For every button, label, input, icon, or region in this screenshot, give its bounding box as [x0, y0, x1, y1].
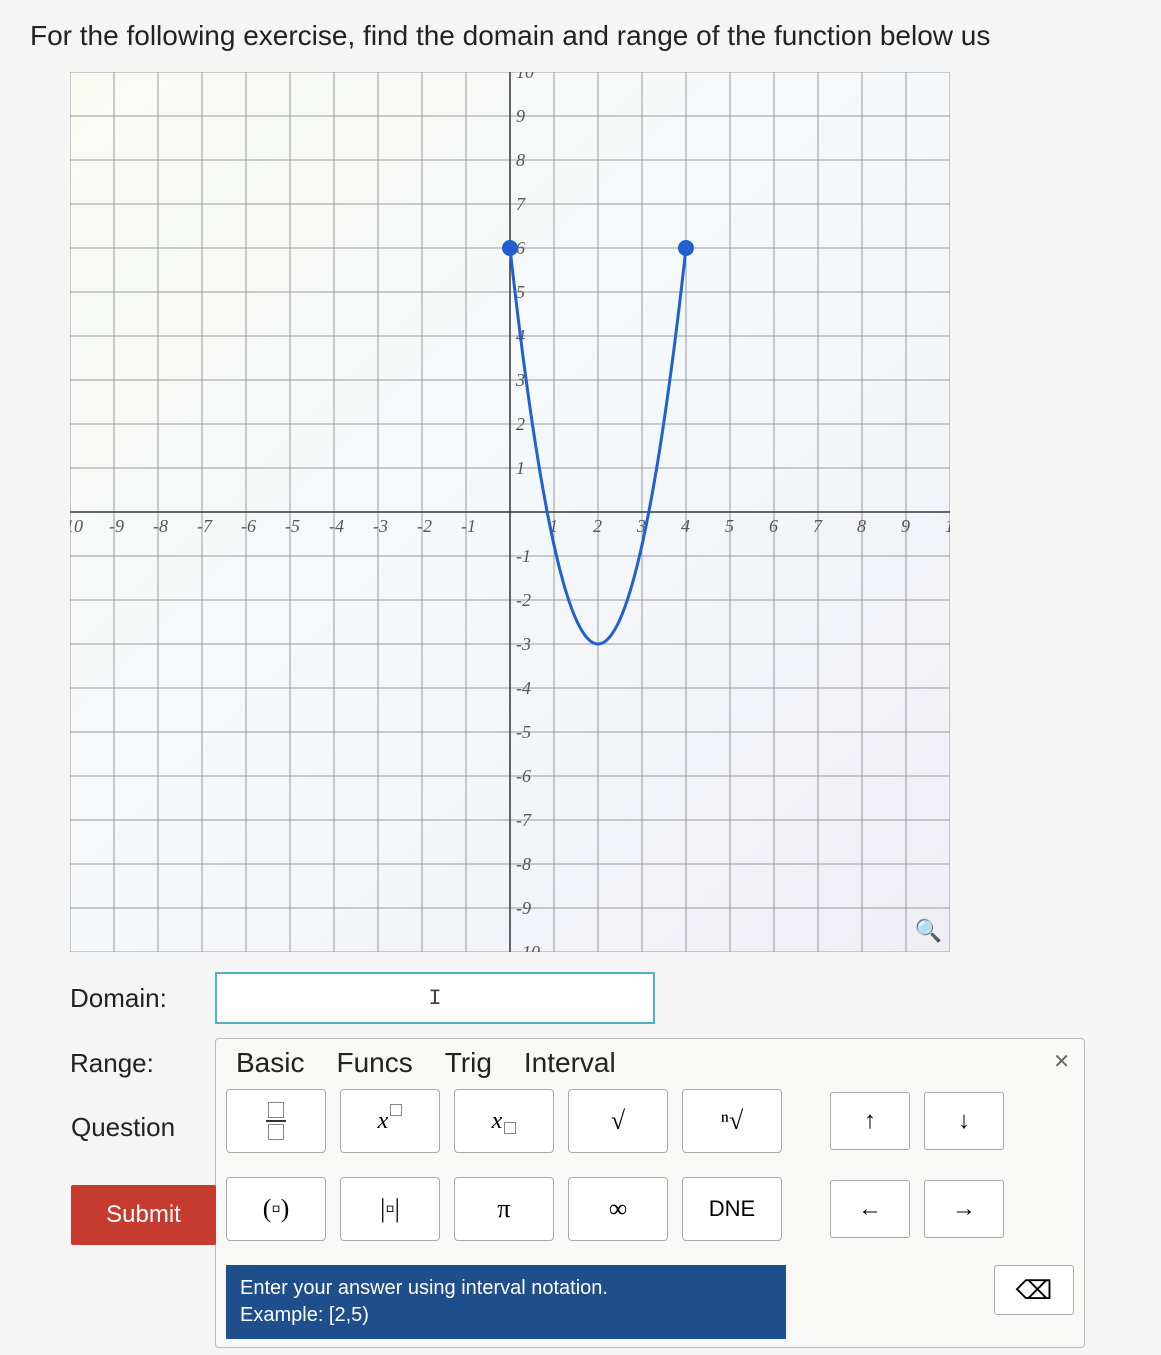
palette-row-2: (▫) |▫| π ∞ DNE ← →: [226, 1177, 1004, 1241]
domain-row: Domain: I: [70, 972, 1131, 1024]
backspace-button[interactable]: ⌫: [994, 1265, 1074, 1315]
svg-text:1: 1: [516, 458, 525, 478]
absolute-value-button[interactable]: |▫|: [340, 1177, 440, 1241]
graph-svg: 10 -9 -8 -7 -6 -5 -4 -3 -2 -1 1 2 3 4 5 6 7 8 9 10 -10 -9 -8 -7…: [70, 72, 950, 952]
svg-text:-10: -10: [516, 942, 540, 952]
svg-text:2: 2: [516, 414, 525, 434]
palette-tabs: Basic Funcs Trig Interval: [226, 1047, 1074, 1079]
subscript-button[interactable]: x: [454, 1089, 554, 1153]
svg-text:-3: -3: [373, 516, 388, 536]
domain-label: Domain:: [70, 983, 215, 1014]
svg-text:-7: -7: [197, 516, 213, 536]
nth-root-button[interactable]: ⁿ√: [682, 1089, 782, 1153]
up-arrow-button[interactable]: ↑: [830, 1092, 910, 1150]
svg-text:-8: -8: [153, 516, 168, 536]
tab-basic[interactable]: Basic: [236, 1047, 304, 1079]
infinity-button[interactable]: ∞: [568, 1177, 668, 1241]
svg-text:-6: -6: [516, 766, 531, 786]
svg-text:-7: -7: [516, 810, 532, 830]
svg-text:8: 8: [857, 516, 866, 536]
range-row: Range: ✕ Basic Funcs Trig Interval Quest…: [70, 1038, 1131, 1348]
answer-form: Domain: I Range: ✕ Basic Funcs Trig Inte…: [70, 972, 1131, 1348]
magnify-icon[interactable]: 🔍: [915, 918, 942, 944]
tab-interval[interactable]: Interval: [524, 1047, 616, 1079]
svg-text:5: 5: [725, 516, 734, 536]
svg-text:-1: -1: [516, 546, 531, 566]
svg-text:-9: -9: [516, 898, 531, 918]
svg-text:-2: -2: [516, 590, 531, 610]
tab-trig[interactable]: Trig: [445, 1047, 492, 1079]
question-label: Question: [71, 1112, 216, 1143]
domain-cursor: I: [428, 986, 441, 1011]
svg-text:10: 10: [945, 516, 950, 536]
svg-text:-5: -5: [285, 516, 300, 536]
svg-text:-4: -4: [516, 678, 531, 698]
left-arrow-button[interactable]: ←: [830, 1180, 910, 1238]
svg-text:4: 4: [681, 516, 690, 536]
dne-button[interactable]: DNE: [682, 1177, 782, 1241]
tab-funcs[interactable]: Funcs: [336, 1047, 412, 1079]
superscript-button[interactable]: x: [340, 1089, 440, 1153]
math-palette: ✕ Basic Funcs Trig Interval Question x: [215, 1038, 1085, 1348]
fraction-button[interactable]: [226, 1089, 326, 1153]
pi-button[interactable]: π: [454, 1177, 554, 1241]
svg-text:6: 6: [769, 516, 778, 536]
svg-text:7: 7: [813, 516, 823, 536]
svg-text:-6: -6: [241, 516, 256, 536]
svg-text:9: 9: [516, 106, 525, 126]
svg-text:2: 2: [593, 516, 602, 536]
svg-text:7: 7: [516, 194, 526, 214]
palette-footer: Enter your answer using interval notatio…: [226, 1265, 1074, 1339]
svg-text:10: 10: [516, 72, 534, 82]
range-label: Range:: [70, 1038, 215, 1079]
svg-text:-5: -5: [516, 722, 531, 742]
parentheses-button[interactable]: (▫): [226, 1177, 326, 1241]
svg-text:8: 8: [516, 150, 525, 170]
exercise-prompt: For the following exercise, find the dom…: [30, 20, 1131, 52]
right-arrow-button[interactable]: →: [924, 1180, 1004, 1238]
svg-text:-3: -3: [516, 634, 531, 654]
svg-text:-8: -8: [516, 854, 531, 874]
palette-row-1: x x √ ⁿ√ ↑ ↓: [226, 1089, 1004, 1153]
sqrt-button[interactable]: √: [568, 1089, 668, 1153]
hint-text: Enter your answer using interval notatio…: [226, 1265, 786, 1339]
svg-text:-9: -9: [109, 516, 124, 536]
svg-text:10: 10: [70, 516, 83, 536]
close-icon[interactable]: ✕: [1053, 1049, 1070, 1074]
svg-text:9: 9: [901, 516, 910, 536]
svg-text:3: 3: [515, 370, 525, 390]
down-arrow-button[interactable]: ↓: [924, 1092, 1004, 1150]
svg-text:-1: -1: [461, 516, 476, 536]
domain-input[interactable]: I: [215, 972, 655, 1024]
svg-text:-4: -4: [329, 516, 344, 536]
submit-button[interactable]: Submit: [71, 1185, 216, 1245]
svg-text:-2: -2: [417, 516, 432, 536]
function-graph: 10 -9 -8 -7 -6 -5 -4 -3 -2 -1 1 2 3 4 5 6 7 8 9 10 -10 -9 -8 -7…: [70, 72, 950, 952]
